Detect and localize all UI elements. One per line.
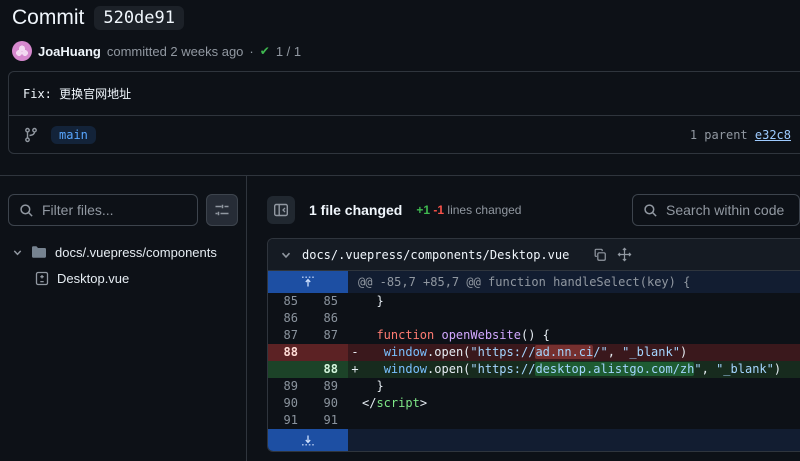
chevron-down-icon[interactable]	[280, 249, 292, 261]
page-title: Commit	[12, 6, 84, 30]
commit-time-text: committed 2 weeks ago	[107, 44, 244, 59]
separator-dot: ·	[249, 44, 253, 59]
diff-line: 9191	[268, 412, 800, 429]
code-content	[348, 412, 800, 429]
old-line-number[interactable]: 89	[268, 378, 308, 395]
old-line-number[interactable]: 87	[268, 327, 308, 344]
branch-badge[interactable]: main	[51, 126, 96, 144]
diff-line: 8787 function openWebsite() {	[268, 327, 800, 344]
tree-folder-label: docs/.vuepress/components	[55, 245, 217, 260]
new-line-number[interactable]: 89	[308, 378, 348, 395]
expand-down-button[interactable]	[268, 429, 348, 451]
old-line-number[interactable]: 90	[268, 395, 308, 412]
new-line-number[interactable]: 85	[308, 293, 348, 310]
checks-success-icon: ✔	[260, 44, 270, 58]
deletions-count: -1	[433, 203, 444, 217]
chevron-down-icon	[12, 247, 23, 258]
diff-file-card: docs/.vuepress/components/Desktop.vue	[267, 238, 800, 452]
checks-count[interactable]: 1 / 1	[276, 44, 301, 59]
unfold-up-icon	[300, 276, 316, 288]
avatar[interactable]	[12, 41, 32, 61]
additions-count: +1	[416, 203, 430, 217]
filter-files-field	[8, 194, 198, 226]
code-content	[348, 310, 800, 327]
expand-up-button[interactable]	[268, 271, 348, 293]
tree-folder-row[interactable]: docs/.vuepress/components	[8, 239, 238, 265]
diff-expand-bottom-row	[268, 429, 800, 451]
parent-label: 1 parent	[690, 128, 755, 142]
new-line-number[interactable]: 90	[308, 395, 348, 412]
diff-line: 8686	[268, 310, 800, 327]
tree-file-row[interactable]: Desktop.vue	[8, 265, 238, 291]
code-content: </script>	[348, 395, 800, 412]
diff-file-path[interactable]: docs/.vuepress/components/Desktop.vue	[302, 248, 569, 262]
sliders-icon	[214, 202, 230, 218]
diff-line: 8989 }	[268, 378, 800, 395]
diff-main-panel: 1 file changed +1 -1 lines changed	[247, 176, 800, 461]
search-icon	[19, 203, 34, 218]
new-line-number[interactable]: 88	[308, 361, 348, 378]
code-content: function openWebsite() {	[348, 327, 800, 344]
commit-sha-badge: 520de91	[94, 6, 184, 30]
tree-file-label: Desktop.vue	[57, 271, 129, 286]
code-content: + window.open("https://desktop.alistgo.c…	[348, 361, 800, 378]
diff-line: 8585 }	[268, 293, 800, 310]
author-name-link[interactable]: JoaHuang	[38, 44, 101, 59]
tree-options-button[interactable]	[206, 194, 238, 226]
code-content: }	[348, 293, 800, 310]
search-icon	[643, 203, 658, 218]
git-branch-icon	[23, 127, 39, 143]
search-within-code-field	[632, 194, 800, 226]
new-line-number[interactable]: 91	[308, 412, 348, 429]
commit-message: Fix: 更换官网地址	[9, 72, 800, 116]
folder-icon	[31, 245, 47, 259]
file-tree-sidebar: docs/.vuepress/components Desktop.vue	[0, 176, 247, 461]
diff-line: 9090</script>	[268, 395, 800, 412]
diff-line: 88 - window.open("https://ad.nn.ci/", "_b…	[268, 344, 800, 361]
commit-message-box: Fix: 更换官网地址 main 1 parent e32c8	[8, 71, 800, 154]
files-changed-summary: 1 file changed	[309, 202, 402, 218]
old-line-number[interactable]: 88	[268, 344, 308, 361]
new-line-number[interactable]: 86	[308, 310, 348, 327]
old-line-number[interactable]: 91	[268, 412, 308, 429]
old-line-number[interactable]: 85	[268, 293, 308, 310]
code-content: - window.open("https://ad.nn.ci/", "_bla…	[348, 344, 800, 361]
new-line-number[interactable]: 87	[308, 327, 348, 344]
collapse-file-tree-button[interactable]	[267, 196, 295, 224]
code-content: }	[348, 378, 800, 395]
diff-hunk-row: @@ -85,7 +85,7 @@ function handleSelect(…	[268, 271, 800, 293]
lines-changed-label: lines changed	[447, 203, 521, 217]
copy-icon[interactable]	[593, 248, 607, 262]
old-line-number[interactable]	[268, 361, 308, 378]
diff-rows: 8585 }86868787 function openWebsite() {8…	[268, 293, 800, 429]
hunk-header-text: @@ -85,7 +85,7 @@ function handleSelect(…	[348, 271, 800, 293]
diff-line: 88+ window.open("https://desktop.alistgo…	[268, 361, 800, 378]
parent-sha-link[interactable]: e32c8	[755, 128, 791, 142]
filter-files-input[interactable]	[42, 202, 187, 218]
unfold-down-icon	[300, 434, 316, 446]
file-diff-modified-icon	[35, 271, 49, 286]
search-within-code-input[interactable]	[666, 202, 789, 218]
drag-move-icon[interactable]	[617, 247, 632, 262]
commit-header: Commit 520de91 JoaHuang committed 2 week…	[0, 0, 800, 61]
old-line-number[interactable]: 86	[268, 310, 308, 327]
sidebar-collapse-icon	[273, 202, 289, 218]
new-line-number[interactable]	[308, 344, 348, 361]
